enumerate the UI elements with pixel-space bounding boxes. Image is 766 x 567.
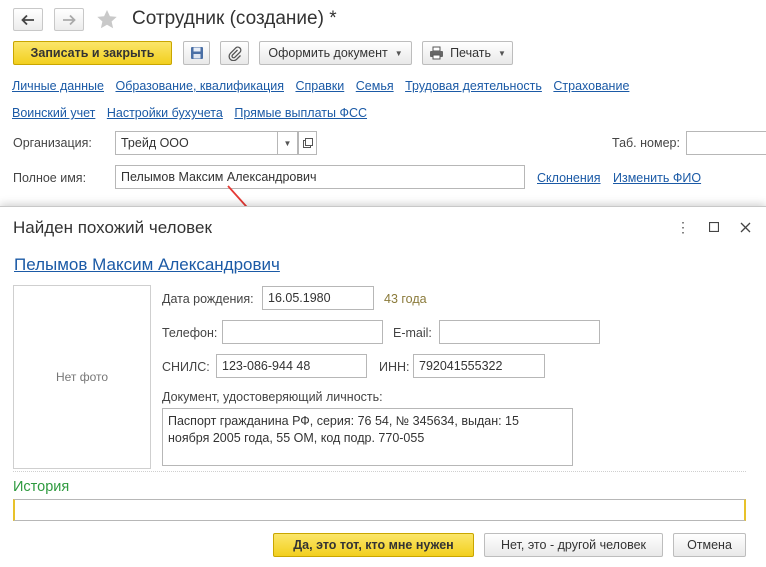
confirm-same-person-button[interactable]: Да, это тот, кто мне нужен — [273, 533, 474, 557]
divider — [13, 471, 746, 472]
different-person-button[interactable]: Нет, это - другой человек — [484, 533, 663, 557]
inn-label: ИНН: — [379, 360, 410, 374]
snils-field[interactable]: 123-086-944 48 — [216, 354, 367, 378]
inn-field[interactable]: 792041555322 — [413, 354, 545, 378]
cancel-button[interactable]: Отмена — [673, 533, 746, 557]
document-field[interactable]: Паспорт гражданина РФ, серия: 76 54, № 3… — [162, 408, 573, 466]
email-label: E-mail: — [393, 326, 432, 340]
phone-label: Телефон: — [162, 326, 218, 340]
phone-field[interactable] — [222, 320, 383, 344]
photo-placeholder: Нет фото — [13, 285, 151, 469]
close-icon[interactable] — [737, 219, 753, 235]
birth-date-field[interactable]: 16.05.1980 — [262, 286, 374, 310]
maximize-icon[interactable] — [706, 219, 722, 235]
no-photo-text: Нет фото — [55, 370, 109, 384]
person-name-link[interactable]: Пелымов Максим Александрович — [14, 255, 280, 275]
more-menu-icon[interactable]: ⋮ — [675, 219, 691, 235]
age-text: 43 года — [384, 292, 427, 306]
dialog-title: Найден похожий человек — [13, 218, 212, 237]
birth-date-label: Дата рождения: — [162, 292, 254, 306]
history-label: История — [13, 479, 70, 495]
history-field[interactable] — [13, 499, 746, 521]
snils-label: СНИЛС: — [162, 360, 210, 374]
similar-person-dialog: Найден похожий человек ⋮ Пелымов Максим … — [0, 206, 766, 567]
email-field[interactable] — [439, 320, 600, 344]
document-label: Документ, удостоверяющий личность: — [162, 390, 383, 404]
